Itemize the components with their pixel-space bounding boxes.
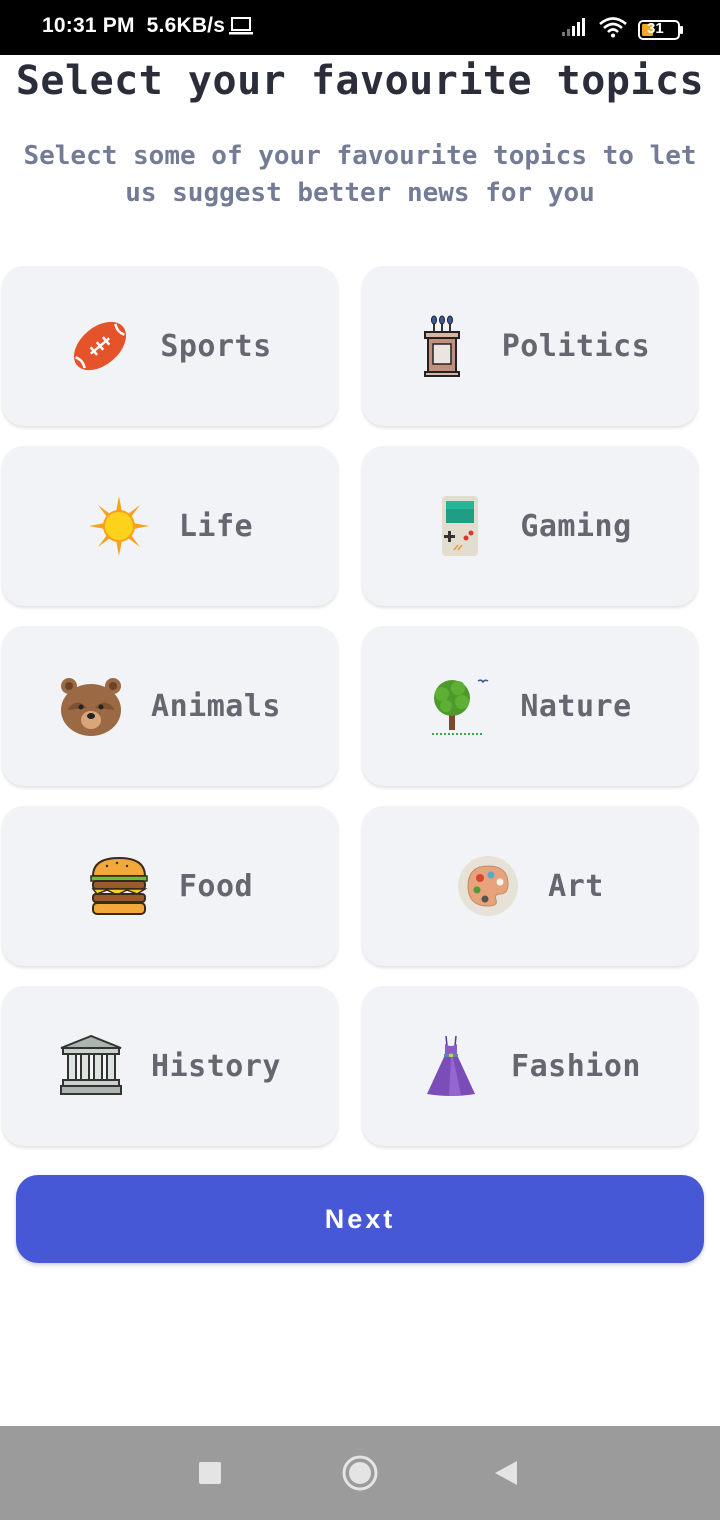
topic-label: Animals <box>151 688 281 724</box>
topic-card-fashion[interactable]: Fashion <box>362 986 698 1146</box>
status-left: 10:31 PM 5.6KB/s <box>42 14 254 38</box>
football-icon <box>74 321 127 371</box>
next-button[interactable]: Next <box>16 1175 704 1263</box>
next-button-label: Next <box>324 1203 396 1234</box>
topic-card-animals[interactable]: Animals <box>2 626 338 786</box>
battery-level: 31 <box>647 19 664 37</box>
topic-label: Politics <box>501 328 651 364</box>
page-title: Select your favourite topics <box>15 58 705 104</box>
circle-icon <box>342 1455 378 1491</box>
dress-icon <box>427 1035 476 1096</box>
topic-card-life[interactable]: Life <box>2 446 338 606</box>
topic-card-art[interactable]: Art <box>362 806 698 966</box>
status-right: 31 <box>560 16 684 43</box>
system-nav-bar <box>0 1426 720 1520</box>
topic-label: Life <box>178 508 254 544</box>
sun-icon <box>88 496 149 556</box>
topic-label: Nature <box>520 688 632 724</box>
topic-card-food[interactable]: Food <box>2 806 338 966</box>
palette-icon <box>458 856 519 916</box>
gameboy-icon <box>442 496 479 556</box>
home-button[interactable] <box>320 1426 400 1520</box>
burger-icon <box>90 856 148 915</box>
tree-icon <box>432 679 489 735</box>
topic-grid: Sports Politics Life Gaming Animals Natu… <box>2 266 698 1146</box>
topic-card-history[interactable]: History <box>2 986 338 1146</box>
topic-label: Fashion <box>511 1048 641 1084</box>
recents-button[interactable] <box>170 1426 250 1520</box>
status-network-speed: 5.6KB/s <box>146 14 226 37</box>
topic-card-gaming[interactable]: Gaming <box>362 446 698 606</box>
signal-icon <box>560 17 588 42</box>
square-icon <box>199 1462 221 1484</box>
laptop-icon <box>229 16 254 36</box>
topic-label: Food <box>178 868 254 904</box>
museum-icon <box>60 1034 123 1095</box>
wifi-icon <box>598 16 628 43</box>
bear-icon <box>61 678 122 736</box>
topic-label: Gaming <box>520 508 632 544</box>
podium-icon <box>423 315 460 377</box>
status-bar: 10:31 PM 5.6KB/s 31 <box>0 0 720 55</box>
topic-card-sports[interactable]: Sports <box>2 266 338 426</box>
topic-card-politics[interactable]: Politics <box>362 266 698 426</box>
topic-card-nature[interactable]: Nature <box>362 626 698 786</box>
topic-label: Art <box>548 868 604 904</box>
topic-label: Sports <box>160 328 272 364</box>
back-button[interactable] <box>466 1426 546 1520</box>
back-triangle-icon <box>495 1461 517 1485</box>
page-subtitle: Select some of your favourite topics to … <box>23 141 697 208</box>
topic-label: History <box>151 1048 281 1084</box>
status-time: 10:31 PM <box>42 14 135 37</box>
battery-icon: 31 <box>638 19 684 41</box>
